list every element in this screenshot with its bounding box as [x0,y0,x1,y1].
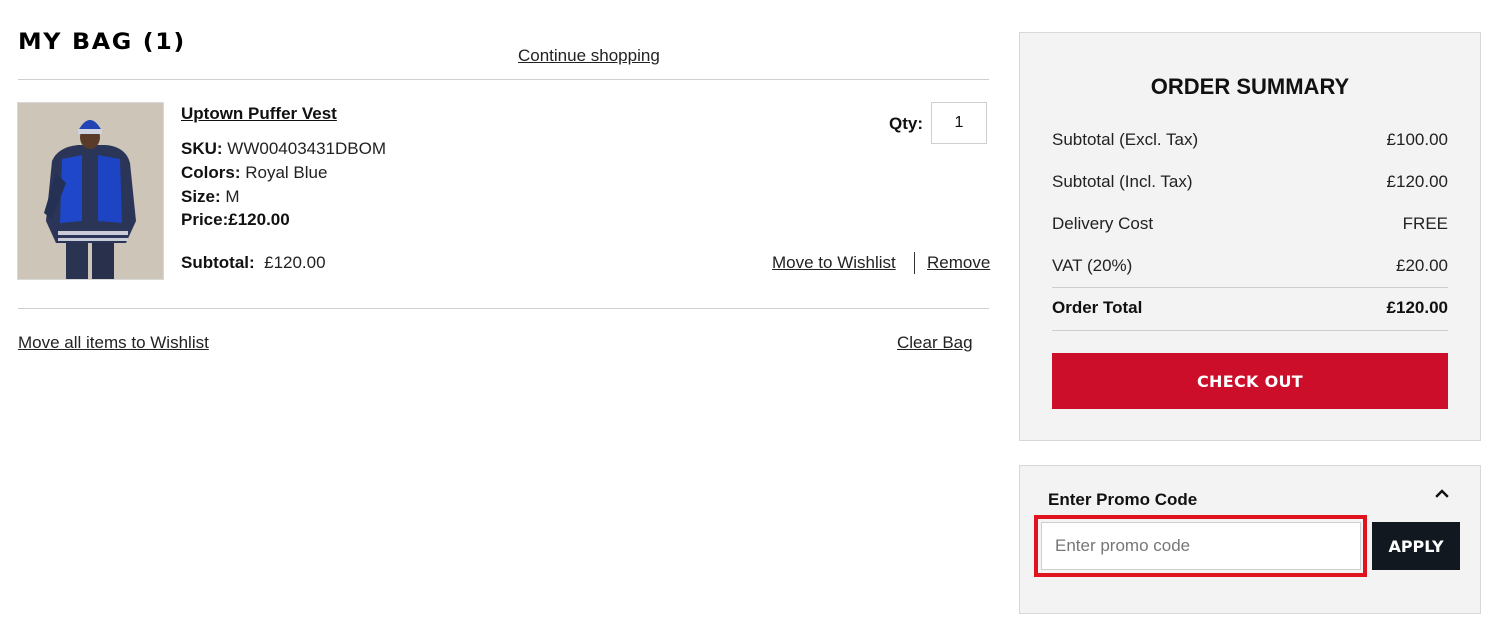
page-title: MY BAG (1) [18,30,186,55]
item-subtotal: Subtotal: £120.00 [181,253,326,273]
sku-value: WW00403431DBOM [227,139,387,158]
order-summary-title: ORDER SUMMARY [1150,74,1350,99]
divider [18,308,989,309]
move-to-wishlist-link[interactable]: Move to Wishlist [772,253,896,273]
sku-label: SKU: [181,139,223,158]
colors-label: Colors: [181,163,241,182]
product-image[interactable] [17,102,164,280]
summary-row-value: FREE [1402,214,1448,233]
summary-row-value: £100.00 [1386,130,1448,149]
colors-value: Royal Blue [245,163,328,182]
summary-row-label: Subtotal (Incl. Tax) [1052,172,1193,191]
product-photo [18,103,163,279]
subtotal-value: £120.00 [264,253,326,272]
product-size: Size: M [181,187,240,207]
summary-row-value: £120.00 [1386,172,1448,191]
checkout-button[interactable]: CHECK OUT [1052,353,1448,409]
subtotal-label: Subtotal: [181,253,255,272]
size-value: M [225,187,240,206]
product-colors: Colors: Royal Blue [181,163,327,183]
clear-bag-link[interactable]: Clear Bag [897,333,973,353]
order-total-value: £120.00 [1386,298,1448,317]
remove-item-link[interactable]: Remove [927,253,990,273]
product-sku: SKU: WW00403431DBOM [181,139,386,159]
qty-label: Qty: [889,114,923,133]
summary-row-value: £20.00 [1396,256,1448,275]
link-separator [914,252,915,274]
summary-row-delivery: Delivery Cost FREE [1052,214,1448,234]
apply-button[interactable]: APPLY [1372,522,1460,570]
continue-shopping-link[interactable]: Continue shopping [518,46,660,66]
summary-row-label: Delivery Cost [1052,214,1154,233]
price-label: Price: [181,210,229,229]
product-name-link[interactable]: Uptown Puffer Vest [181,104,337,124]
divider [1052,330,1448,331]
summary-row-label: VAT (20%) [1052,256,1133,275]
divider [1052,287,1448,288]
summary-row-vat: VAT (20%) £20.00 [1052,256,1448,276]
promo-code-input[interactable] [1041,522,1361,570]
price-value: £120.00 [228,210,290,229]
chevron-up-icon[interactable] [1434,486,1450,500]
product-price: Price:£120.00 [181,210,290,230]
summary-row-label: Subtotal (Excl. Tax) [1052,130,1199,149]
promo-code-title: Enter Promo Code [1048,490,1198,509]
summary-row-subtotal-incl: Subtotal (Incl. Tax) £120.00 [1052,172,1448,192]
order-total-label: Order Total [1052,298,1143,317]
divider [18,79,989,80]
summary-row-order-total: Order Total £120.00 [1052,298,1448,318]
summary-row-subtotal-excl: Subtotal (Excl. Tax) £100.00 [1052,130,1448,150]
size-label: Size: [181,187,221,206]
quantity-input[interactable] [931,102,987,144]
move-all-to-wishlist-link[interactable]: Move all items to Wishlist [18,333,209,353]
